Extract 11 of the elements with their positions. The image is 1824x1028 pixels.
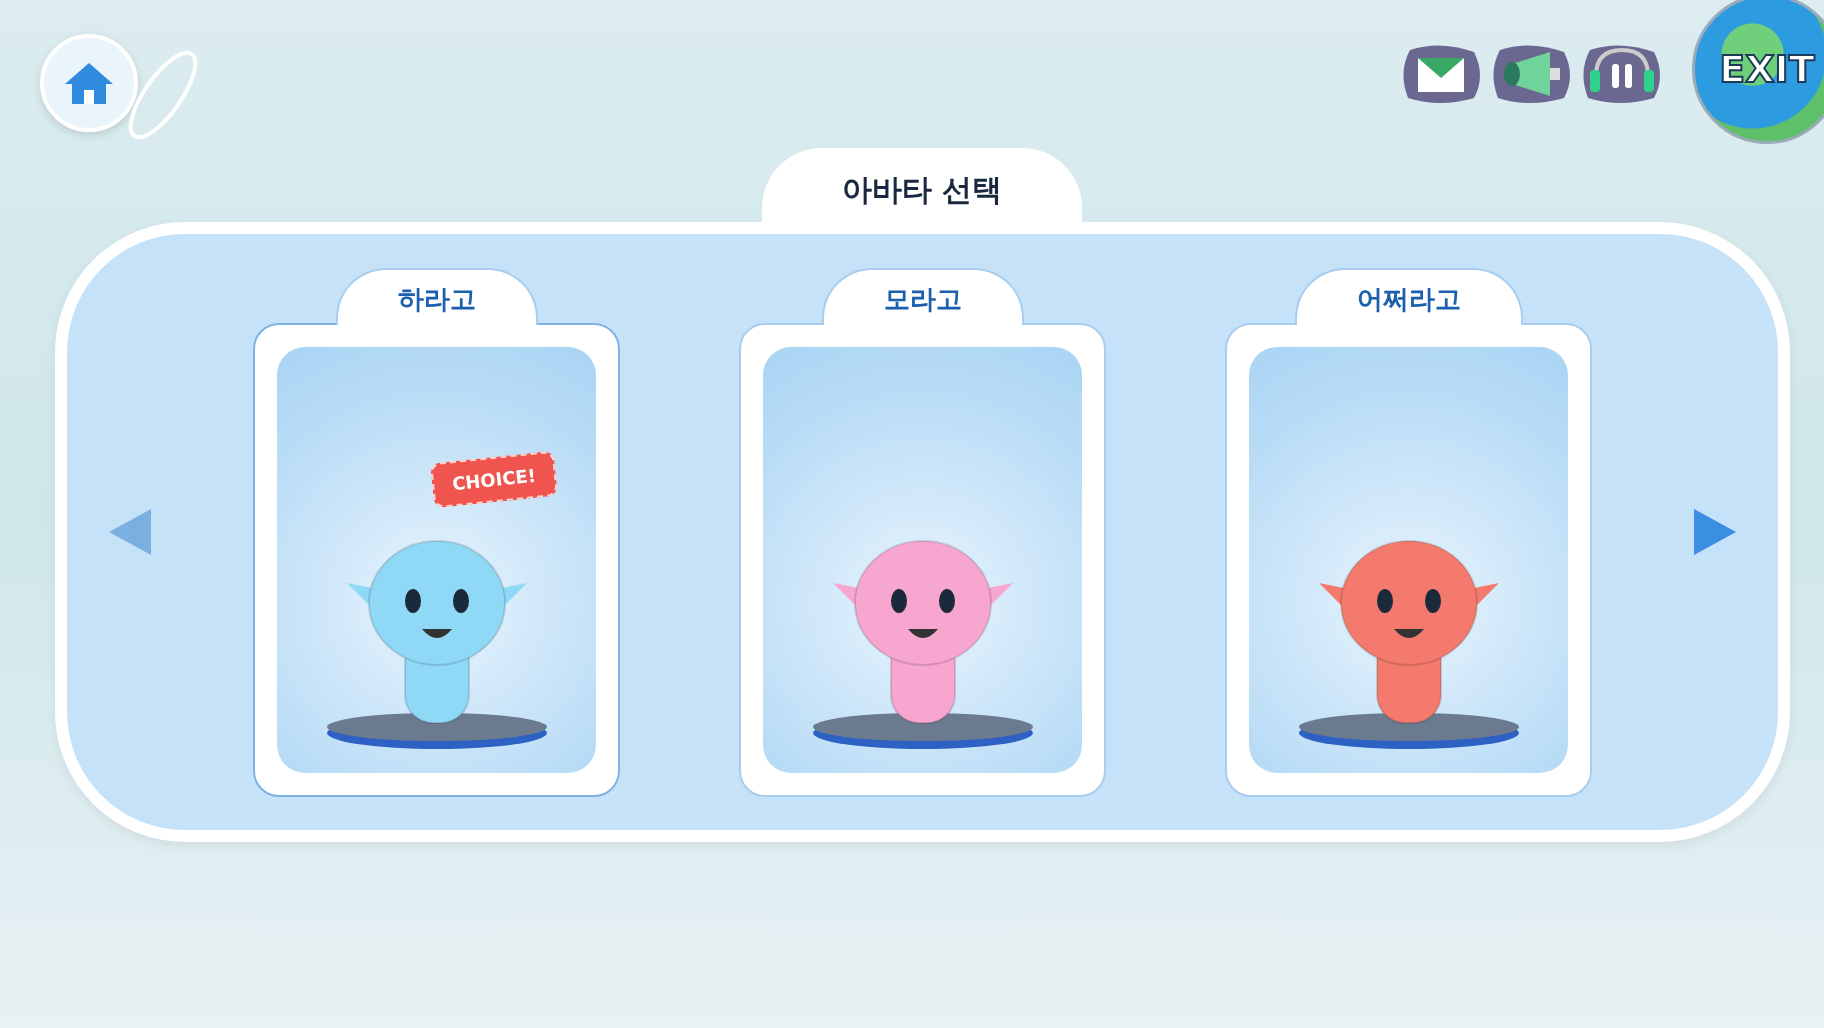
avatar-name: 모라고: [821, 267, 1024, 325]
avatar-name: 하라고: [335, 267, 538, 325]
avatar-card[interactable]: CHOICE!: [253, 322, 620, 797]
home-icon: [63, 60, 115, 106]
choice-badge: CHOICE!: [430, 450, 558, 508]
avatar-card[interactable]: [739, 322, 1106, 797]
next-arrow-button[interactable]: [1692, 507, 1738, 557]
home-button[interactable]: [40, 34, 138, 132]
avatar-name: 어쩌라고: [1294, 267, 1523, 325]
screen-title: 아바타 선택: [761, 148, 1083, 222]
avatar-card[interactable]: [1225, 322, 1592, 797]
